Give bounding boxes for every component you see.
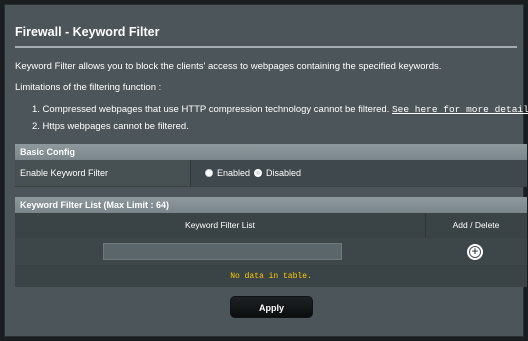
- enabled-radio-label[interactable]: Enabled: [217, 168, 250, 178]
- disabled-radio-label[interactable]: Disabled: [266, 168, 301, 178]
- enable-keyword-filter-row: Enable Keyword Filter Enabled Disabled: [15, 160, 527, 187]
- enabled-radio[interactable]: [205, 169, 213, 177]
- empty-table-row: No data in table.: [15, 266, 527, 287]
- plus-icon: +: [471, 245, 479, 258]
- limitation-item-1-text: 1. Compressed webpages that use HTTP com…: [32, 104, 390, 115]
- keyword-input[interactable]: [103, 243, 342, 260]
- basic-config-header: Basic Config: [15, 144, 527, 160]
- limitations-heading: Limitations of the filtering function :: [15, 82, 162, 93]
- description-text: Keyword Filter allows you to block the c…: [15, 61, 442, 72]
- add-keyword-button[interactable]: +: [467, 244, 483, 260]
- limitation-item-2: 2. Https webpages cannot be filtered.: [32, 121, 189, 132]
- column-keyword-filter-list: Keyword Filter List: [15, 213, 426, 237]
- keyword-filter-list-header: Keyword Filter List (Max Limit : 64): [15, 197, 527, 213]
- column-add-delete: Add / Delete: [452, 220, 500, 230]
- apply-button[interactable]: Apply: [230, 296, 313, 318]
- page-title: Firewall - Keyword Filter: [15, 25, 160, 39]
- enable-radio-group: Enabled Disabled: [205, 168, 301, 178]
- empty-table-message: No data in table.: [230, 272, 312, 281]
- keyword-filter-panel: Firewall - Keyword Filter Keyword Filter…: [4, 4, 528, 337]
- disabled-radio[interactable]: [254, 169, 263, 177]
- limitation-item-1: 1. Compressed webpages that use HTTP com…: [32, 104, 528, 115]
- table-column-headers: Keyword Filter List Add / Delete: [15, 213, 527, 238]
- see-details-link[interactable]: See here for more details.: [392, 104, 528, 115]
- title-divider: [15, 46, 517, 48]
- keyword-input-row: +: [15, 238, 527, 266]
- enable-keyword-filter-label: Enable Keyword Filter: [15, 160, 191, 186]
